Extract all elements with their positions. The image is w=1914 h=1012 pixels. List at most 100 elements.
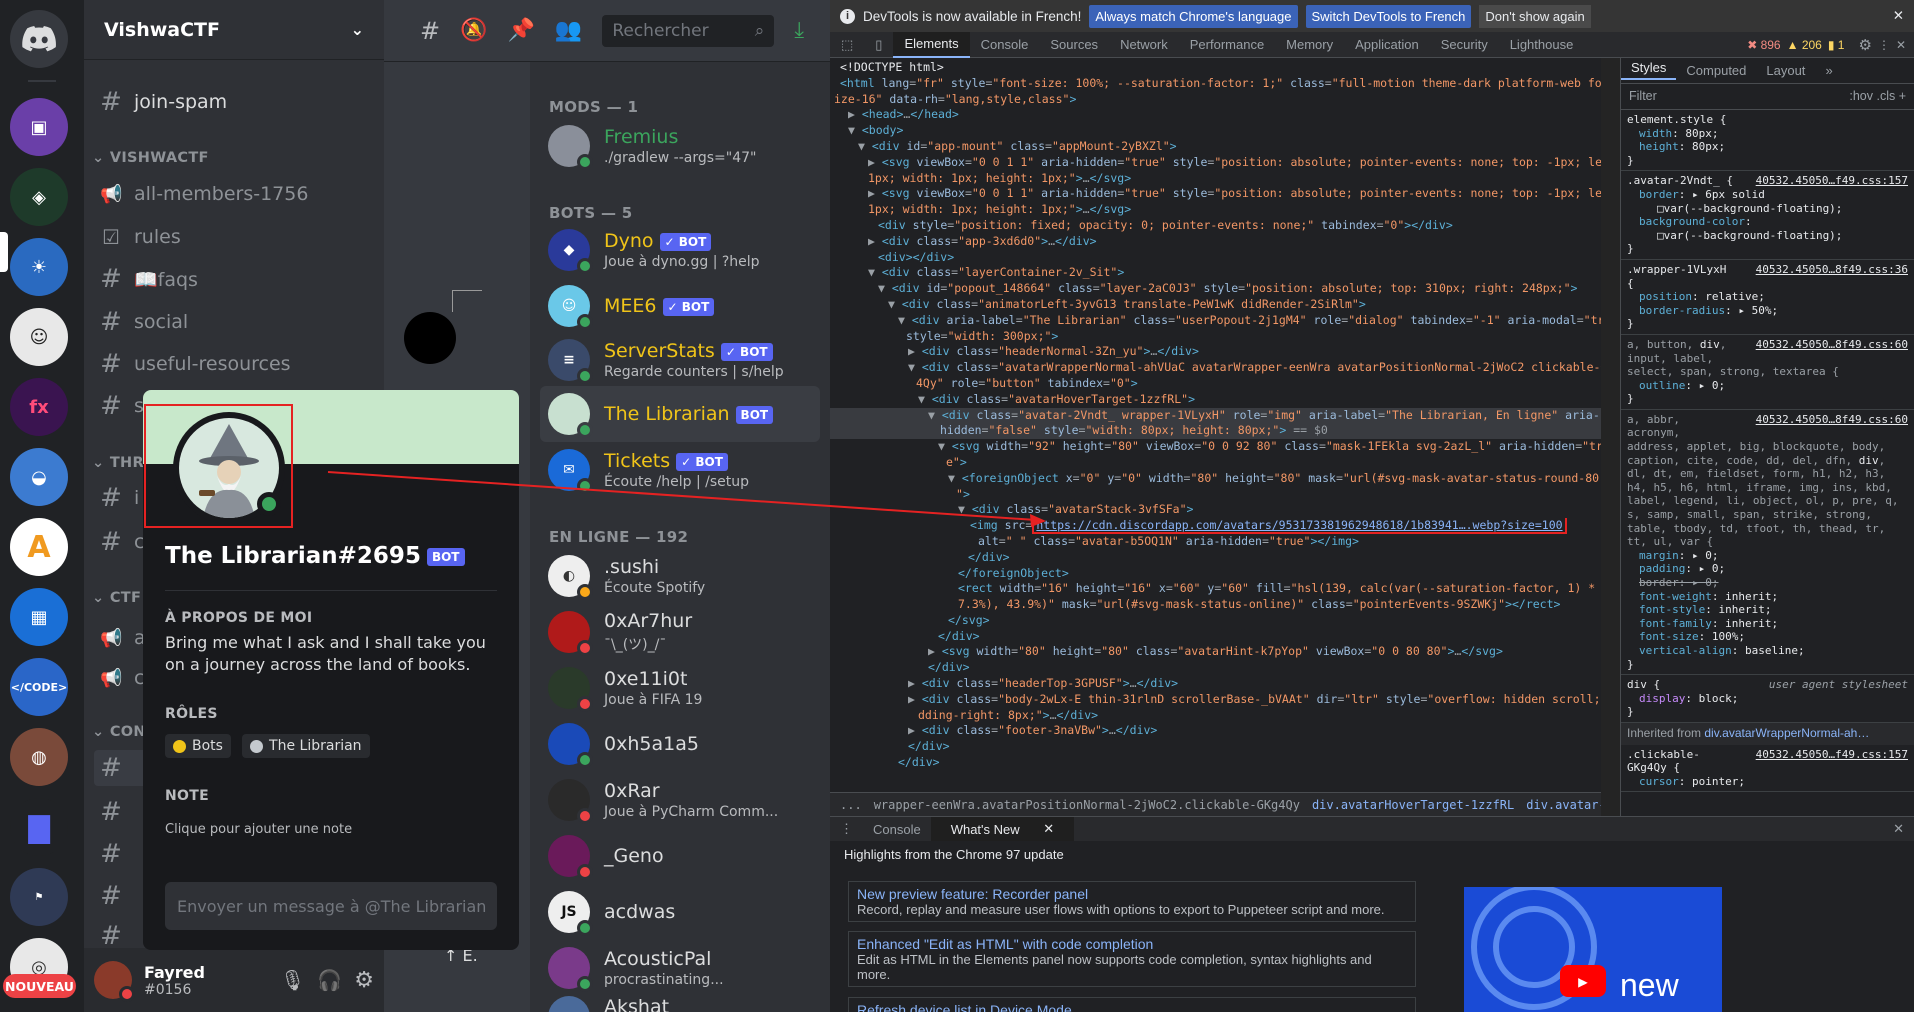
dom-line[interactable]: 1px; width: 1px; height: 1px;">…</svg> bbox=[830, 171, 1601, 187]
css-rule[interactable]: .avatar-2Vndt_ {40532.45050…f49.css:157 b… bbox=[1621, 171, 1914, 260]
channel-item[interactable]: # join-spam bbox=[100, 84, 227, 120]
drawer-tab-console[interactable]: Console bbox=[863, 817, 931, 841]
dom-line[interactable]: ▶ <div class="headerTop-3GPUSF">…</div> bbox=[830, 676, 1601, 692]
server-icon[interactable]: ☀ bbox=[10, 238, 68, 296]
css-rule[interactable]: .wrapper-1VLyxH 40532.45050…8f49.css:36{p… bbox=[1621, 260, 1914, 335]
dom-line[interactable]: 1px; width: 1px; height: 1px;">…</svg> bbox=[830, 202, 1601, 218]
dom-line[interactable]: ▶ <svg width="80" height="80" class="ava… bbox=[830, 644, 1601, 660]
more-icon[interactable]: ⋮ bbox=[1878, 38, 1890, 52]
tab-console[interactable]: Console bbox=[970, 32, 1040, 58]
dom-line[interactable]: </div> bbox=[830, 739, 1601, 755]
gear-icon[interactable]: ⚙ bbox=[1858, 36, 1871, 54]
device-icon[interactable]: ▯ bbox=[864, 32, 893, 58]
dom-line[interactable]: style="width: 300px;"> bbox=[830, 329, 1601, 345]
close-icon[interactable]: ✕ bbox=[1896, 38, 1906, 52]
dom-line[interactable]: 7.3%), 43.9%)" mask="url(#svg-mask-statu… bbox=[830, 597, 1601, 613]
folder-icon[interactable]: ▇ bbox=[10, 798, 68, 856]
dom-line[interactable]: ▼ <div class="animatorLeft-3yvG13 transl… bbox=[830, 297, 1601, 313]
feature-card[interactable]: Refresh device list in Device Mode bbox=[848, 997, 1416, 1012]
dom-line[interactable]: e"> bbox=[830, 455, 1601, 471]
avatar[interactable] bbox=[94, 961, 135, 1002]
tab-application[interactable]: Application bbox=[1344, 32, 1430, 58]
server-icon[interactable]: ▦ bbox=[10, 588, 68, 646]
dom-line[interactable]: ▼ <body> bbox=[830, 123, 1601, 139]
dom-line[interactable]: ize-16" data-rh="lang,style,class"> bbox=[830, 92, 1601, 108]
member-item[interactable]: ◆ Dyno ✓ BOT Joue à dyno.gg | ?help bbox=[540, 222, 820, 278]
channel-item[interactable]: ☑ rules bbox=[100, 219, 181, 255]
breadcrumb-item[interactable]: ... bbox=[840, 798, 862, 812]
tab-styles[interactable]: Styles bbox=[1621, 61, 1677, 81]
tab-lighthouse[interactable]: Lighthouse bbox=[1499, 32, 1585, 58]
css-rule[interactable]: .clickable- 40532.45050…f49.css:157 GKg4Qy… bbox=[1621, 745, 1914, 793]
mute-bell-icon[interactable]: 🔕 bbox=[460, 18, 487, 43]
dom-line[interactable]: <img src= https://cdn.discordapp.com/avat… bbox=[830, 518, 1601, 534]
dom-line[interactable]: ▼ <div class="avatarWrapperNormal-ahVUaC… bbox=[830, 360, 1601, 376]
member-item[interactable]: Fremius ./gradlew --args="47" bbox=[540, 118, 820, 174]
channel-item[interactable]: # bbox=[100, 794, 122, 830]
member-item[interactable]: ✉ Tickets ✓ BOT Écoute /help | /setup bbox=[540, 442, 820, 498]
dom-line[interactable]: <!DOCTYPE html> bbox=[830, 60, 1601, 76]
server-icon[interactable]: ☺ bbox=[10, 308, 68, 366]
role-pill[interactable]: Bots bbox=[165, 734, 231, 758]
dom-line[interactable]: ▼ <div id="popout_148664" class="layer-2… bbox=[830, 281, 1601, 297]
microphone-icon[interactable]: 🎙 bbox=[280, 968, 305, 992]
dom-line-selected[interactable]: hidden="false" style="width: 80px; heigh… bbox=[830, 423, 1601, 440]
feature-title[interactable]: Refresh device list in Device Mode bbox=[857, 1002, 1407, 1012]
switch-french-button[interactable]: Switch DevTools to French bbox=[1305, 4, 1472, 28]
inspect-icon[interactable]: ⬚ bbox=[830, 32, 864, 58]
match-language-button[interactable]: Always match Chrome's language bbox=[1089, 4, 1298, 28]
tab-layout[interactable]: Layout bbox=[1756, 64, 1815, 78]
channel-item[interactable]: # i bbox=[100, 480, 139, 516]
members-icon[interactable]: 👥 bbox=[555, 18, 582, 43]
css-rule[interactable]: div {user agent stylesheet display: block… bbox=[1621, 675, 1914, 723]
member-item[interactable]: 0xAr7hur ¯\_(ツ)_/¯ bbox=[540, 604, 820, 660]
dom-line[interactable]: ▼ <svg width="92" height="80" viewBox="0… bbox=[830, 439, 1601, 455]
headphones-icon[interactable]: 🎧 bbox=[317, 968, 342, 992]
message-input[interactable]: Envoyer un message à @The Librarian bbox=[165, 882, 497, 930]
dom-line[interactable]: ▼ <div class="avatarHoverTarget-1zzfRL"> bbox=[830, 392, 1601, 408]
css-rule[interactable]: element.style {width: 80px; height: 80px;… bbox=[1621, 110, 1914, 172]
dom-line[interactable]: "> bbox=[830, 487, 1601, 503]
tab-computed[interactable]: Computed bbox=[1676, 64, 1756, 78]
dom-line[interactable]: ▼ <div aria-label="The Librarian" class=… bbox=[830, 313, 1601, 329]
tab-security[interactable]: Security bbox=[1430, 32, 1499, 58]
dom-line[interactable]: ▶ <div class="headerNormal-3Zn_yu">…</di… bbox=[830, 344, 1601, 360]
member-item[interactable]: JS acdwas bbox=[540, 884, 820, 940]
dom-line[interactable]: </foreignObject> bbox=[830, 566, 1601, 582]
dom-line[interactable]: ▶ <svg viewBox="0 0 1 1" aria-hidden="tr… bbox=[830, 186, 1601, 202]
dom-line[interactable]: </div> bbox=[830, 550, 1601, 566]
feature-title[interactable]: New preview feature: Recorder panel bbox=[857, 886, 1407, 902]
dom-line-selected[interactable]: ▼ <div class="avatar-2Vndt_ wrapper-1VLy… bbox=[830, 407, 1601, 424]
drawer-tab-whats-new[interactable]: What's New bbox=[941, 817, 1030, 841]
note-input[interactable]: Clique pour ajouter une note bbox=[165, 822, 352, 837]
discord-home-icon[interactable] bbox=[10, 10, 68, 68]
avatar-url-link[interactable]: https://cdn.discordapp.com/avatars/95317… bbox=[1032, 518, 1567, 534]
member-item[interactable]: AcousticPal procrastinating... bbox=[540, 940, 820, 996]
member-item[interactable]: The Librarian BOT bbox=[540, 386, 820, 442]
dom-line[interactable]: ▼ <foreignObject x="0" y="0" width="80" … bbox=[830, 471, 1601, 487]
breadcrumb-item[interactable]: div.avatarHoverTarget-1zzfRL bbox=[1312, 798, 1514, 812]
dom-line[interactable]: ▼ <div id="app-mount" class="appMount-2y… bbox=[830, 139, 1601, 155]
dom-line[interactable]: <rect width="16" height="16" x="60" y="6… bbox=[830, 581, 1601, 597]
server-header[interactable]: VishwaCTF ⌄ bbox=[84, 0, 384, 60]
close-icon[interactable]: ✕ bbox=[1893, 8, 1904, 24]
dom-line[interactable]: ▼ <div class="layerContainer-2v_Sit"> bbox=[830, 265, 1601, 281]
channel-item[interactable]: # s bbox=[100, 388, 144, 424]
server-icon[interactable]: fx bbox=[10, 378, 68, 436]
server-icon[interactable]: ◍ bbox=[10, 728, 68, 786]
filter-tools[interactable]: :hov .cls + bbox=[1849, 89, 1906, 104]
dom-line[interactable]: <html lang="fr" style="font-size: 100%; … bbox=[830, 76, 1601, 92]
threads-icon[interactable]: # bbox=[420, 17, 440, 45]
drawer-menu-icon[interactable]: ⋮ bbox=[830, 817, 863, 841]
search-input[interactable]: Rechercher ⌕ bbox=[602, 14, 775, 47]
tab-memory[interactable]: Memory bbox=[1275, 32, 1344, 58]
channel-item[interactable]: # c bbox=[100, 524, 144, 560]
member-item[interactable]: ☺ MEE6 ✓ BOT bbox=[540, 278, 820, 334]
styles-filter-input[interactable]: Filter:hov .cls + bbox=[1621, 84, 1914, 110]
feature-title[interactable]: Enhanced "Edit as HTML" with code comple… bbox=[857, 936, 1407, 952]
channel-item[interactable]: 📢 a bbox=[100, 620, 146, 656]
close-icon[interactable]: ✕ bbox=[1033, 817, 1064, 841]
profile-avatar[interactable] bbox=[173, 412, 285, 524]
dom-line[interactable]: <div style="position: fixed; opacity: 0;… bbox=[830, 218, 1601, 234]
channel-item[interactable]: 📢 all-members-1756 bbox=[100, 176, 308, 212]
